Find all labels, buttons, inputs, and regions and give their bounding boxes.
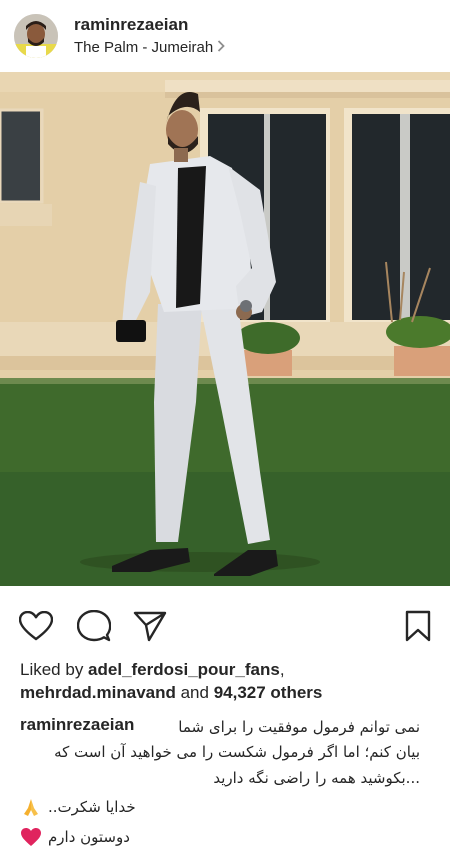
praying-hands-icon: [20, 796, 42, 818]
comment-bubble-icon[interactable]: [76, 608, 112, 644]
post-image[interactable]: [0, 72, 450, 586]
location-link[interactable]: The Palm - Jumeirah: [74, 38, 225, 57]
red-heart-icon: [20, 827, 42, 847]
caption-line-1: نمی توانم فرمول موفقیت را برای شما: [178, 718, 420, 736]
likes-and: and: [175, 683, 214, 702]
likes-separator: ,: [279, 660, 285, 679]
caption-line-2: بیان کنم؛ اما اگر فرمول شکست را می خواهی…: [54, 743, 420, 761]
caption-line-5: دوستون دارم: [48, 828, 130, 846]
action-bar: [0, 600, 450, 650]
likes-summary: Liked by adel_ferdosi_pour_fans, mehrdad…: [20, 658, 440, 704]
bookmark-icon[interactable]: [400, 608, 436, 644]
caption-line-3: ...بکوشید همه را راضی نگه دارید: [213, 769, 420, 787]
avatar[interactable]: [14, 14, 58, 58]
post-username[interactable]: raminrezaeian: [74, 15, 225, 35]
post-header: raminrezaeian The Palm - Jumeirah: [0, 0, 450, 72]
chevron-right-icon: [217, 38, 225, 57]
paper-plane-icon[interactable]: [132, 608, 168, 644]
caption-line-4: خدایا شکرت..: [48, 798, 136, 816]
likes-count[interactable]: 94,327 others: [214, 683, 323, 702]
liker-user-2[interactable]: mehrdad.minavand: [20, 683, 176, 702]
user-block: raminrezaeian The Palm - Jumeirah: [74, 15, 225, 57]
caption-line-5-row: دوستون دارم: [20, 825, 130, 849]
caption-line-4-row: خدایا شکرت..: [20, 795, 136, 819]
heart-outline-icon[interactable]: [18, 608, 54, 644]
likes-prefix: Liked by: [20, 660, 89, 679]
caption-username[interactable]: raminrezaeian: [20, 714, 134, 736]
location-text[interactable]: The Palm - Jumeirah: [74, 38, 213, 57]
liker-user-1[interactable]: adel_ferdosi_pour_fans: [88, 660, 280, 679]
